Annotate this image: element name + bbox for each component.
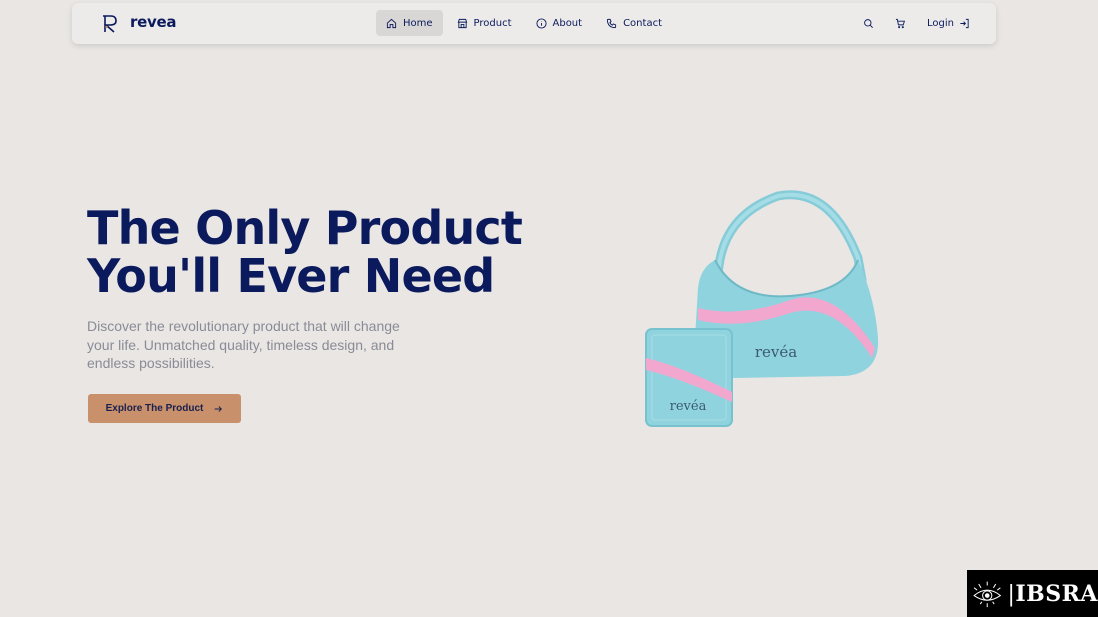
login-icon	[960, 18, 969, 29]
hero-title-line-2: You'll Ever Need	[87, 249, 495, 303]
watermark-logo: |IBSRA	[967, 570, 1098, 617]
eye-icon	[973, 581, 1002, 607]
nav-item-about[interactable]: About	[526, 10, 593, 36]
login-label: Login	[927, 18, 954, 29]
brand-name[interactable]: revea	[130, 13, 176, 31]
nav-links: Home Product About Contact	[376, 10, 672, 37]
watermark-label: IBSRA	[1015, 580, 1098, 607]
nav-actions: Login	[861, 10, 970, 37]
watermark-text: |IBSRA	[1007, 580, 1098, 607]
info-icon	[535, 17, 547, 29]
handbag-illustration: revéa revéa	[645, 190, 879, 427]
phone-icon	[606, 18, 617, 28]
search-button[interactable]	[861, 17, 875, 31]
nav-item-label: Contact	[623, 17, 662, 29]
nav-item-label: Home	[403, 17, 433, 29]
hero-description: Discover the revolutionary product that …	[87, 318, 400, 371]
product-image: revéa revéa	[640, 188, 890, 433]
store-icon	[457, 18, 467, 28]
cart-icon	[895, 18, 905, 29]
explore-product-button[interactable]: Explore The Product	[88, 394, 241, 423]
cta-label: Explore The Product	[105, 403, 204, 414]
nav-item-product[interactable]: Product	[447, 10, 522, 36]
nav-item-home[interactable]: Home	[376, 10, 443, 36]
bag-brand-label: revéa	[755, 343, 797, 361]
logo-icon[interactable]	[102, 14, 118, 34]
hero-title: The Only Product You'll Ever Need	[87, 204, 547, 300]
search-icon	[863, 19, 873, 28]
nav-item-label: About	[552, 17, 583, 29]
cart-button[interactable]	[893, 17, 907, 31]
home-icon	[386, 18, 397, 28]
login-button[interactable]: Login	[927, 18, 970, 29]
nav-item-contact[interactable]: Contact	[596, 10, 672, 36]
navbar: revea Home Product About Contact Login	[72, 3, 996, 44]
wallet-brand-label: revéa	[670, 399, 707, 414]
nav-item-label: Product	[473, 17, 512, 29]
hero-title-line-1: The Only Product	[87, 201, 523, 255]
arrow-right-icon	[215, 405, 223, 412]
